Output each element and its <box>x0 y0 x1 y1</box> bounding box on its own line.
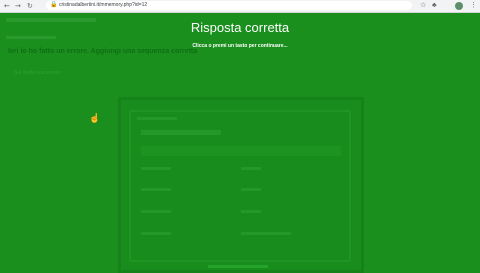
list-item[interactable] <box>241 167 261 170</box>
page-heading: Ieri io ho fatto un errore. Aggiungi una… <box>8 48 198 55</box>
forward-icon[interactable]: → <box>15 1 21 11</box>
lock-icon: 🔒 <box>50 2 58 8</box>
list-item[interactable] <box>141 232 171 235</box>
star-icon[interactable]: ☆ <box>420 1 426 11</box>
overlay-subtitle[interactable]: Clicca o premi un tasto per continuare..… <box>0 43 480 49</box>
exercise-panel <box>129 110 351 262</box>
menu-icon[interactable]: ⋮ <box>470 1 477 11</box>
bottom-progress-bar <box>208 265 268 268</box>
panel-header-bar <box>137 117 177 120</box>
list-item[interactable] <box>141 210 171 213</box>
reload-icon[interactable]: ↻ <box>27 1 33 11</box>
panel-title-bar <box>141 130 221 135</box>
list-item[interactable] <box>241 210 261 213</box>
list-item[interactable] <box>241 188 261 191</box>
breadcrumb <box>6 36 56 39</box>
address-bar[interactable]: 🔒 cristinadalbertini.it/mmemory.php?id=1… <box>46 1 412 10</box>
page-subline: Sul livello successivo <box>14 70 61 76</box>
list-item[interactable] <box>141 188 171 191</box>
mouse-cursor-icon: ☝ <box>89 113 101 123</box>
back-icon[interactable]: ← <box>4 1 10 11</box>
overlay-title: Risposta corretta <box>190 20 290 35</box>
browser-toolbar: ← → ↻ 🔒 cristinadalbertini.it/mmemory.ph… <box>0 0 480 13</box>
extensions-icon[interactable]: ♣ <box>432 1 437 11</box>
list-item[interactable] <box>141 167 171 170</box>
exercise-card <box>118 97 364 273</box>
list-item[interactable] <box>241 232 291 235</box>
page-content[interactable]: Ieri io ho fatto un errore. Aggiungi una… <box>0 13 480 273</box>
url-text[interactable]: cristinadalbertini.it/mmemory.php?id=12 <box>59 1 147 10</box>
avatar[interactable] <box>455 2 463 10</box>
panel-description <box>141 146 341 156</box>
